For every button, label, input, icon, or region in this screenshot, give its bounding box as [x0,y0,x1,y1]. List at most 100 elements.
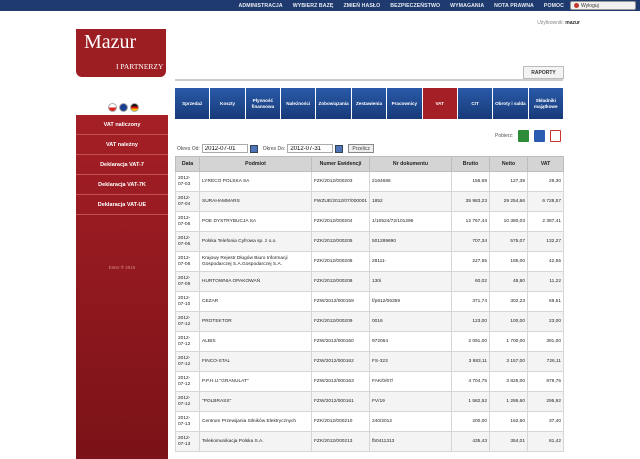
sidebar-item[interactable]: VAT naliczony [76,115,168,135]
table-cell: 28111- [369,251,452,272]
logout-button[interactable]: Wyloguj [570,1,636,10]
top-menu-item[interactable]: POMOC [544,3,564,9]
module-tab[interactable]: Płynność finansowa [245,88,281,119]
column-header[interactable]: VAT [527,156,564,172]
table-cell: 10 380,03 [489,211,528,232]
calendar-icon[interactable] [249,144,258,153]
flag-en-icon[interactable] [119,103,128,112]
tab-raporty[interactable]: RAPORTY [523,66,564,79]
pdf-icon[interactable] [550,130,562,142]
table-cell: 11,22 [527,271,564,292]
table-row[interactable]: 2012-07-12 P.P.H.U."GRANULAT" FZW/2012/000… [175,371,564,392]
table-cell: CEZAR [199,291,312,312]
table-cell: 240/2012 [369,411,452,432]
table-cell: SURAHAMMARS [199,191,312,212]
table-row[interactable]: 2012-07-04 SURAHAMMARS FWZUE/2012/07/00000… [175,191,564,212]
table-row[interactable]: 2012-07-12 PROTEKTOR FZK/2012/000209 0016 12… [175,311,564,332]
logout-label: Wyloguj [581,2,599,9]
table-row[interactable]: 2012-07-12 "POLBRASS" FZW/2012/000161 FV/19… [175,391,564,412]
top-menu-item[interactable]: ZMIEŃ HASŁO [343,3,380,9]
module-tab[interactable]: CIT [457,88,493,119]
table-cell: FZW/2012/000161 [311,391,370,412]
table-row[interactable]: 2012-07-06 Polska Telefonia Cyfrowa sp. z… [175,231,564,252]
top-menu-item[interactable]: ADMINISTRACJA [239,3,283,9]
table-row[interactable]: 2012-07-12 ALBIS FZW/2012/000160 972064 2 09… [175,331,564,352]
table-row[interactable]: 2012-07-12 FINCO-STAL FZW/2012/000162 FS-32… [175,351,564,372]
module-tab[interactable]: Sprzedaż [175,88,210,119]
calendar-icon[interactable] [335,144,344,153]
table-cell: 227,55 [451,251,490,272]
top-menu-item[interactable]: NOTA PRAWNA [494,3,534,9]
table-cell: 6 728,57 [527,191,564,212]
table-cell: 37,40 [527,411,564,432]
table-cell: 2012-07-04 [175,191,200,212]
flag-de-icon[interactable] [130,103,139,112]
table-cell: fb0411313 [369,431,452,452]
user-info: Użytkownik: mazur [537,20,580,26]
column-header[interactable]: Podmiot [199,156,312,172]
table-cell: 29,30 [527,171,564,192]
table-cell: 972064 [369,331,452,352]
table-row[interactable]: 2012-07-06 POE DYSTRYBUCJA SA FZK/2012/000… [175,211,564,232]
table-row[interactable]: 2012-07-03 LYRECO POLSKA SA FZK/2012/00020… [175,171,564,192]
module-tab[interactable]: Zobowiązania [316,88,351,119]
table-row[interactable]: 2012-07-06 Krajowy Rejestr Długów Biuro I… [175,251,564,272]
top-menu-item[interactable]: WYBIERZ BAZĘ [293,3,334,9]
table-cell: 391,00 [527,331,564,352]
table-row[interactable]: 2012-07-09 HURTOWNIA OPAKOWAŃ FZK/2012/000… [175,271,564,292]
table-cell: FZW/2012/000159 [311,291,370,312]
word-icon[interactable] [534,130,546,142]
column-header[interactable]: Netto [489,156,528,172]
flag-pl-icon[interactable] [108,103,117,112]
table-cell: FZK/2012/000213 [311,431,370,452]
table-cell: P.P.H.U."GRANULAT" [199,371,312,392]
table-row[interactable]: 2012-07-10 CEZAR FZW/2012/000159 f/p812/063… [175,291,564,312]
column-header[interactable]: Nr dokumentu [369,156,452,172]
excel-icon[interactable] [518,130,530,142]
top-menu: ADMINISTRACJA WYBIERZ BAZĘ ZMIEŃ HASŁO BEZP… [239,0,564,11]
table-cell: 2012-07-13 [175,411,200,432]
table-row[interactable]: 2012-07-13 Telekomunikacja Polska S.A. FZK… [175,431,564,452]
sidebar-item[interactable]: Deklaracja VAT-7 [76,155,168,175]
module-tab[interactable]: Koszty [210,88,245,119]
brand-logo[interactable]: Mazur I PARTNERZY [76,29,166,77]
table-cell: FZW/2012/000160 [311,331,370,352]
user-name: mazur [565,20,580,26]
table-cell: 2 387,41 [527,211,564,232]
table-cell: LYRECO POLSKA SA [199,171,312,192]
table-cell: 435,43 [451,431,490,452]
table-row[interactable]: 2012-07-13 Centrum Przewijania Silników E… [175,411,564,432]
sidebar-item[interactable]: Deklaracja VAT-UE [76,195,168,215]
table-cell: 3 157,00 [489,351,528,372]
table-cell: 2012-07-13 [175,431,200,452]
table-cell: 100,00 [489,311,528,332]
table-cell: 42,55 [527,251,564,272]
module-tab[interactable]: Należności [281,88,316,119]
module-tab[interactable]: VAT [422,88,457,119]
table-cell: FZK/2012/000209 [311,311,370,332]
top-menu-item[interactable]: WYMAGANIA [450,3,484,9]
sidebar-item[interactable]: Deklaracja VAT-7K [76,175,168,195]
column-header[interactable]: Numer Ewidencji [311,156,370,172]
top-menu-item[interactable]: BEZPIECZEŃSTWO [390,3,440,9]
table-cell: 2012-07-12 [175,391,200,412]
module-tab[interactable]: Pracownicy [387,88,422,119]
vat-table: Data Podmiot Numer Ewidencji Nr dokumentu Br… [175,156,564,452]
sidebar-item[interactable]: VAT należny [76,135,168,155]
table-cell: 1/10524/72/101296 [369,211,452,232]
date-to-input[interactable] [287,144,334,153]
module-tab[interactable]: Zestawienia [351,88,387,119]
module-tab[interactable]: Składniki majątkowe [528,88,563,119]
date-from-input[interactable] [201,144,248,153]
table-cell: 29 254,66 [489,191,528,212]
table-cell: FZW/2012/000163 [311,371,370,392]
module-tabs: Sprzedaż Koszty Płynność finansowa Należnoś… [175,88,563,119]
table-cell: 2012-07-12 [175,371,200,392]
recalculate-button[interactable]: Przelicz [348,144,374,153]
column-header[interactable]: Brutto [451,156,490,172]
table-cell: 707,34 [451,231,490,252]
table-cell: 23,00 [527,311,564,332]
language-flags [108,103,139,112]
module-tab[interactable]: Obroty i salda [493,88,528,119]
column-header[interactable]: Data [175,156,200,172]
